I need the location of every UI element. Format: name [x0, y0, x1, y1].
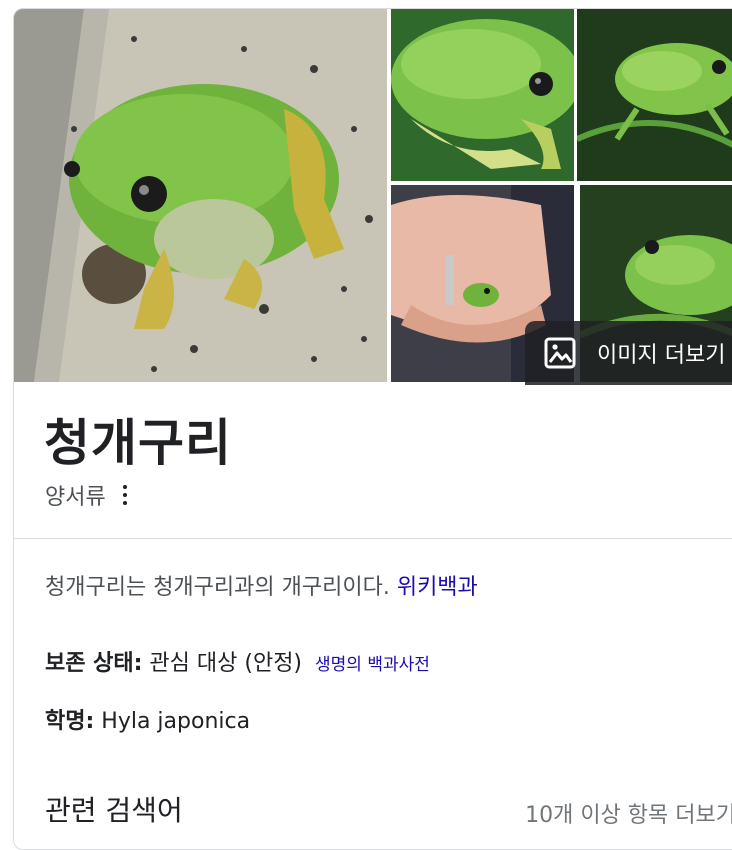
fact-source-link[interactable]: 생명의 백과사전 — [315, 655, 430, 675]
frog-image-3[interactable] — [577, 9, 732, 181]
frog-image-main[interactable] — [14, 9, 387, 382]
knowledge-panel: 이미지 더보기 청개구리 양서류 청개구리는 청개구리과의 개구리이다. 위키백… — [13, 8, 732, 850]
entity-description: 청개구리는 청개구리과의 개구리이다. 위키백과 — [45, 569, 478, 601]
description-text: 청개구리는 청개구리과의 개구리이다. — [45, 575, 390, 600]
fact-scientific-name: 학명: Hyla japonica — [45, 703, 250, 735]
fact-value: 관심 대상 (안정) — [149, 651, 303, 676]
entity-subtitle: 양서류 — [45, 485, 106, 510]
fact-conservation-status: 보존 상태: 관심 대상 (안정) 생명의 백과사전 — [45, 645, 430, 677]
related-searches-heading: 관련 검색어 — [45, 794, 183, 827]
divider — [14, 538, 732, 539]
related-searches-more-link[interactable]: 10개 이상 항목 더보기 — [525, 797, 732, 829]
image-icon — [544, 337, 576, 369]
description-source-link[interactable]: 위키백과 — [397, 575, 478, 600]
more-images-label: 이미지 더보기 — [597, 343, 726, 368]
frog-image-2[interactable] — [391, 9, 574, 181]
entity-title: 청개구리 — [44, 414, 232, 472]
fact-key: 학명: — [45, 709, 95, 734]
entity-subtitle-row: 양서류 — [45, 479, 130, 511]
more-images-button[interactable]: 이미지 더보기 — [525, 321, 732, 385]
fact-key: 보존 상태: — [45, 651, 143, 676]
fact-value: Hyla japonica — [101, 709, 251, 734]
more-options-icon[interactable] — [120, 483, 130, 507]
